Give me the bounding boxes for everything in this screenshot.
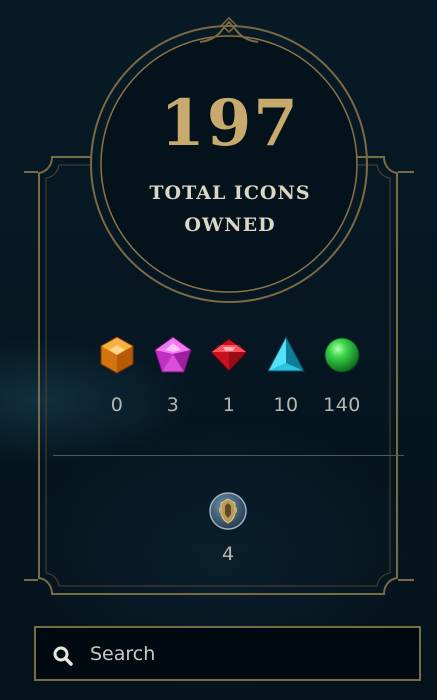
search-icon bbox=[52, 645, 74, 667]
crest-badge-icon[interactable] bbox=[208, 491, 248, 531]
search-box[interactable] bbox=[34, 626, 421, 681]
total-label-line1: TOTAL ICONS bbox=[149, 182, 311, 204]
pink-gem-icon[interactable] bbox=[153, 335, 193, 375]
total-icons-count: 197 bbox=[160, 86, 300, 161]
red-gem-count: 1 bbox=[222, 394, 236, 416]
green-orb-count: 140 bbox=[323, 394, 361, 416]
icon-collection-panel: 197 TOTAL ICONS OWNED 0 3 1 10 140 4 Sea… bbox=[0, 0, 437, 700]
green-orb-icon[interactable] bbox=[322, 335, 362, 375]
search-input[interactable] bbox=[86, 628, 414, 679]
crest-badge-count: 4 bbox=[221, 543, 235, 565]
blue-triangle-gem-count: 10 bbox=[273, 394, 299, 416]
blue-triangle-gem-icon[interactable] bbox=[266, 335, 306, 375]
orange-gem-count: 0 bbox=[110, 394, 124, 416]
orange-gem-icon[interactable] bbox=[97, 335, 137, 375]
total-label-line2: OWNED bbox=[184, 214, 276, 236]
total-icons-label: TOTAL ICONS OWNED bbox=[110, 177, 350, 241]
red-gem-icon[interactable] bbox=[209, 335, 249, 375]
section-divider bbox=[53, 455, 404, 456]
pink-gem-count: 3 bbox=[166, 394, 180, 416]
